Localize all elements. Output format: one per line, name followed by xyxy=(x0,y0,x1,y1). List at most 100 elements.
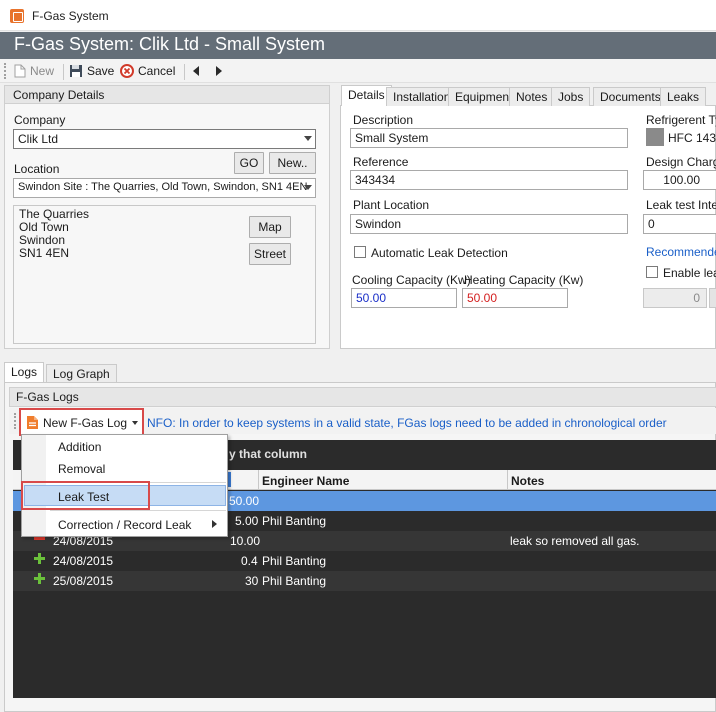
recommended-link[interactable]: Recommended xyxy=(646,245,716,259)
menu-separator xyxy=(50,510,226,511)
company-label: Company xyxy=(14,113,66,127)
refrigerant-swatch-icon xyxy=(646,128,664,146)
design-charge-input[interactable]: 100.00 xyxy=(643,170,716,190)
toolbar-separator xyxy=(63,64,64,80)
logs-title: F-Gas Logs xyxy=(16,390,79,404)
tab-documents[interactable]: Documents xyxy=(593,87,668,106)
auto-leak-label: Automatic Leak Detection xyxy=(371,246,508,260)
tab-log-graph[interactable]: Log Graph xyxy=(46,364,117,383)
company-value: Clik Ltd xyxy=(18,132,59,146)
menu-item-correction[interactable]: Correction / Record Leak xyxy=(22,514,234,536)
street-button[interactable]: Street xyxy=(249,243,291,265)
leak-test-highlight-box xyxy=(21,481,150,510)
address-line: SN1 4EN xyxy=(19,246,70,260)
row-amount: 0.4 xyxy=(241,554,258,568)
row-engineer: Phil Banting xyxy=(262,514,327,528)
tab-jobs[interactable]: Jobs xyxy=(551,87,591,106)
save-icon xyxy=(70,65,82,77)
chevron-down-icon[interactable] xyxy=(304,185,312,190)
group-by-hint: y that column xyxy=(229,447,308,461)
toolbar-separator xyxy=(184,64,185,80)
logs-toolbar-grip-icon[interactable] xyxy=(14,413,16,429)
location-label: Location xyxy=(14,162,60,176)
app-icon xyxy=(10,9,24,23)
refrigerant-value: HFC 143a xyxy=(668,131,716,145)
row-amount: 30 xyxy=(245,574,259,588)
info-message: NFO: In order to keep systems in a valid… xyxy=(147,416,667,430)
row-amount: 10.00 xyxy=(230,534,261,548)
tab-logs[interactable]: Logs xyxy=(4,362,45,383)
new-fgas-log-label: New F-Gas Log xyxy=(43,416,128,430)
cancel-button-label: Cancel xyxy=(138,64,176,78)
cooling-capacity-label: Cooling Capacity (Kw) xyxy=(352,273,471,287)
logs-header xyxy=(9,387,716,407)
map-button[interactable]: Map xyxy=(249,216,291,238)
company-details-title: Company Details xyxy=(5,86,329,104)
toolbar-grip-icon[interactable] xyxy=(4,63,6,79)
new-document-icon xyxy=(14,64,26,78)
location-value: Swindon Site : The Quarries, Old Town, S… xyxy=(18,181,308,193)
address-text: The Quarries Old Town Swindon SN1 4EN xyxy=(19,208,89,260)
location-combo[interactable]: Swindon Site : The Quarries, Old Town, S… xyxy=(13,178,316,198)
page-title: F-Gas System: Clik Ltd - Small System xyxy=(14,34,326,54)
reference-label: Reference xyxy=(353,155,409,169)
design-charge-label: Design Charge xyxy=(646,155,716,169)
leak-interval-input[interactable]: 0 xyxy=(643,214,716,234)
previous-arrow-icon[interactable] xyxy=(193,66,199,76)
cooling-capacity-input[interactable]: 50.00 xyxy=(351,288,457,308)
next-arrow-icon[interactable] xyxy=(216,66,222,76)
addition-plus-icon xyxy=(34,573,45,584)
cancel-icon xyxy=(120,64,134,78)
submenu-arrow-icon xyxy=(212,520,217,528)
save-button-label: Save xyxy=(87,64,115,78)
menu-item-removal[interactable]: Removal xyxy=(22,458,234,480)
removal-minus-icon xyxy=(34,537,45,540)
refrigerant-label: Refrigerent Typ xyxy=(646,113,716,127)
heating-capacity-label: Heating Capacity (Kw) xyxy=(464,273,584,287)
auto-leak-checkbox[interactable] xyxy=(354,246,366,258)
leak-interval-label: Leak test Inter xyxy=(646,198,716,212)
column-divider xyxy=(507,470,508,490)
new-location-button[interactable]: New.. xyxy=(269,152,316,174)
tab-leaks[interactable]: Leaks xyxy=(660,87,707,106)
table-row[interactable]: 25/08/2015 30 Phil Banting xyxy=(13,571,716,591)
plant-location-label: Plant Location xyxy=(353,198,430,212)
addition-plus-icon xyxy=(34,553,45,564)
enable-leak-checkbox[interactable] xyxy=(646,266,658,278)
menu-item-label: Correction / Record Leak xyxy=(58,518,192,532)
tab-notes[interactable]: Notes xyxy=(509,87,555,106)
menu-item-addition[interactable]: Addition xyxy=(22,436,234,458)
column-engineer-name[interactable]: Engineer Name xyxy=(262,474,349,488)
interval-spinner[interactable]: 0 xyxy=(643,288,707,308)
row-date: 24/08/2015 xyxy=(53,554,114,568)
spinner-arrows-icon[interactable] xyxy=(709,288,716,308)
row-engineer: Phil Banting xyxy=(262,554,327,568)
window-title: F-Gas System xyxy=(32,9,109,23)
column-notes[interactable]: Notes xyxy=(511,474,544,488)
reference-input[interactable]: 343434 xyxy=(350,170,628,190)
heating-capacity-input[interactable]: 50.00 xyxy=(462,288,568,308)
row-amount: 5.00 xyxy=(235,514,259,528)
log-document-icon xyxy=(27,416,38,429)
tab-installation[interactable]: Installation xyxy=(386,87,458,106)
description-label: Description xyxy=(353,113,414,127)
new-button[interactable]: New xyxy=(14,64,54,78)
tab-details[interactable]: Details xyxy=(341,85,392,106)
save-button[interactable]: Save xyxy=(69,64,114,78)
table-row[interactable]: 24/08/2015 0.4 Phil Banting xyxy=(13,551,716,571)
new-fgas-log-button[interactable]: New F-Gas Log xyxy=(19,408,144,436)
go-button[interactable]: GO xyxy=(234,152,264,174)
chevron-down-icon[interactable] xyxy=(132,421,138,425)
row-date: 25/08/2015 xyxy=(53,574,114,588)
row-engineer: Phil Banting xyxy=(262,574,327,588)
menu-item-label: Addition xyxy=(58,440,102,454)
cancel-button[interactable]: Cancel xyxy=(120,64,175,78)
plant-location-input[interactable]: Swindon xyxy=(350,214,628,234)
description-input[interactable]: Small System xyxy=(350,128,628,148)
menu-item-label: Removal xyxy=(58,462,106,476)
new-button-label: New xyxy=(30,64,55,78)
company-combo[interactable]: Clik Ltd xyxy=(13,129,316,149)
enable-leak-label: Enable leak xyxy=(663,266,716,280)
column-divider xyxy=(258,470,259,490)
chevron-down-icon[interactable] xyxy=(304,136,312,141)
